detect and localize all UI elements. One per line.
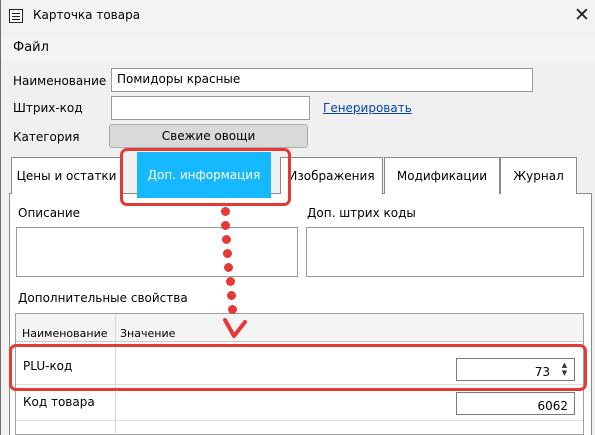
- grid-header-name: Наименование: [22, 327, 108, 340]
- annotation-dot: [223, 249, 232, 258]
- name-label: Наименование: [13, 74, 107, 88]
- tab-journal[interactable]: Журнал: [500, 157, 577, 194]
- highlight-frame-tab: [120, 148, 291, 206]
- product-code-value: 6062: [537, 399, 568, 413]
- product-card-window: Карточка товара ✕ Файл Наименование Поми…: [0, 0, 595, 435]
- annotation-dot: [222, 235, 231, 244]
- category-button[interactable]: Свежие овощи: [109, 124, 308, 148]
- window-title: Карточка товара: [33, 8, 141, 22]
- arrow-down-icon: [223, 318, 247, 338]
- barcode-document-icon: [9, 9, 23, 23]
- extra-barcodes-label: Доп. штрих коды: [307, 206, 416, 220]
- annotation-dot: [221, 207, 230, 216]
- grid-header-value: Значение: [120, 327, 176, 340]
- tab-prices-stock[interactable]: Цены и остатки: [11, 157, 122, 194]
- name-input[interactable]: Помидоры красные: [111, 68, 533, 92]
- row-name: Код товара: [23, 395, 95, 409]
- tab-modifications[interactable]: Модификации: [384, 157, 500, 194]
- annotation-dot: [226, 277, 235, 286]
- properties-label: Дополнительные свойства: [18, 291, 188, 305]
- highlight-frame-plu: [9, 344, 587, 391]
- annotation-dot: [227, 291, 236, 300]
- close-icon[interactable]: ✕: [571, 4, 593, 26]
- annotation-dot: [228, 305, 237, 314]
- table-row[interactable]: Код товара 6062: [16, 386, 583, 421]
- grid-header: Наименование Значение: [16, 314, 583, 342]
- description-label: Описание: [18, 206, 81, 220]
- description-input[interactable]: [16, 227, 298, 277]
- category-label: Категория: [13, 130, 80, 144]
- extra-barcodes-input[interactable]: [306, 227, 584, 277]
- generate-link[interactable]: Генерировать: [323, 101, 412, 115]
- menu-file[interactable]: Файл: [13, 40, 49, 55]
- barcode-label: Штрих-код: [13, 101, 83, 115]
- barcode-input[interactable]: [111, 96, 310, 120]
- product-code-field[interactable]: 6062: [456, 392, 575, 415]
- annotation-dot: [224, 263, 233, 272]
- annotation-dot: [221, 221, 230, 230]
- title-bar: Карточка товара ✕: [1, 0, 595, 33]
- tab-images[interactable]: Изображения: [280, 157, 383, 194]
- menu-bar: Файл: [1, 36, 595, 60]
